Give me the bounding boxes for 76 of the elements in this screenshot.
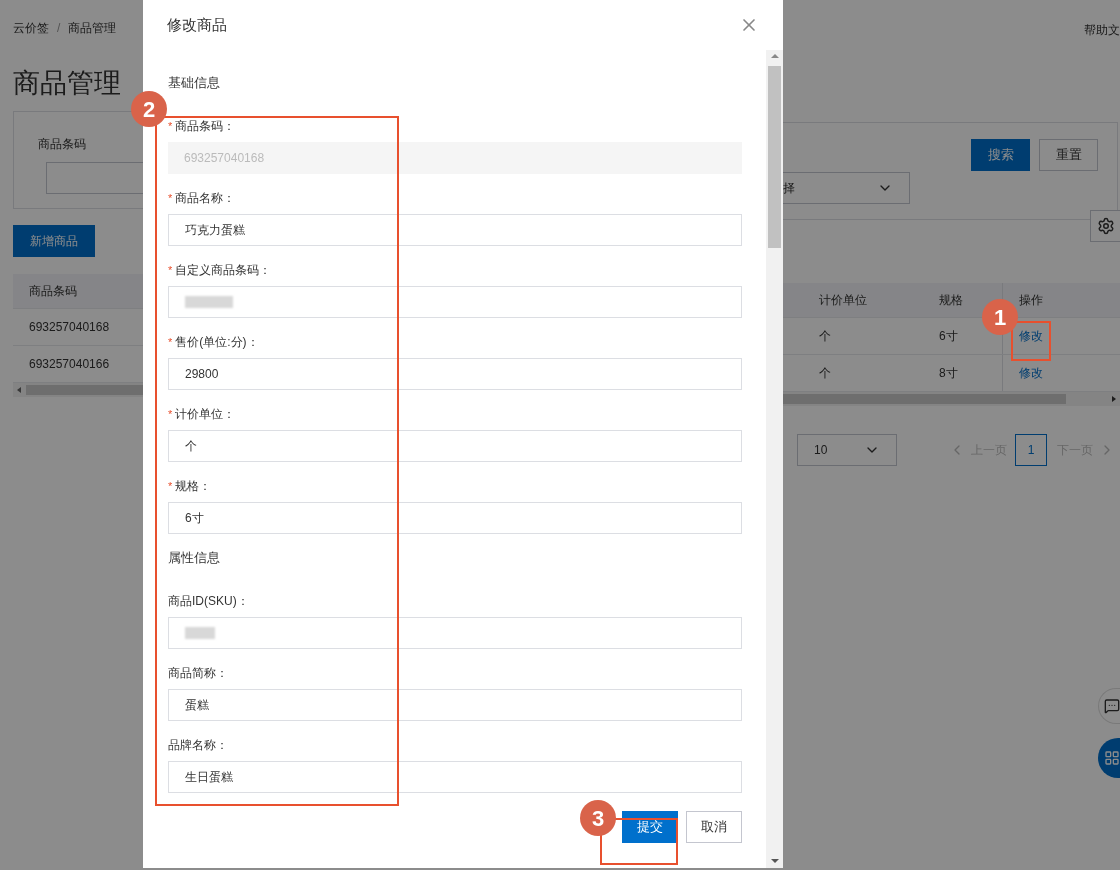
required-mark: * bbox=[168, 190, 173, 206]
chat-button[interactable] bbox=[1098, 688, 1120, 724]
blurred-value bbox=[185, 627, 215, 639]
input-field[interactable]: 蛋糕 bbox=[168, 689, 742, 721]
field-value: 6寸 bbox=[185, 510, 204, 527]
grid-icon bbox=[1104, 750, 1120, 766]
settings-icon bbox=[1096, 217, 1115, 235]
input-field[interactable]: 生日蛋糕 bbox=[168, 761, 742, 793]
scroll-up-icon[interactable] bbox=[770, 54, 779, 58]
field-value: 巧克力蛋糕 bbox=[185, 222, 245, 239]
scroll-right-icon[interactable] bbox=[1112, 396, 1116, 402]
page-title: 商品管理 bbox=[13, 67, 122, 99]
breadcrumb-link[interactable]: 商品管理 bbox=[68, 19, 117, 37]
step-number-badge: 2 bbox=[131, 91, 167, 127]
primary-button[interactable]: 搜索 bbox=[971, 139, 1030, 171]
select-value: 10 bbox=[814, 442, 828, 459]
secondary-button[interactable]: 重置 bbox=[1039, 139, 1098, 171]
apps-button[interactable] bbox=[1098, 738, 1120, 778]
field-value: 693257040168 bbox=[184, 150, 265, 167]
required-mark: * bbox=[168, 262, 173, 278]
add-product-button[interactable]: 新增商品 bbox=[13, 225, 95, 257]
help-link[interactable]: 帮助文 bbox=[1084, 21, 1120, 39]
scroll-down-icon[interactable] bbox=[770, 859, 779, 863]
horizontal-scrollbar[interactable] bbox=[13, 383, 143, 397]
table-cell-text: 个 bbox=[818, 365, 832, 382]
table-cell-text: 6寸 bbox=[938, 328, 959, 345]
input-field[interactable]: 6寸 bbox=[168, 502, 742, 534]
input-field[interactable] bbox=[168, 617, 742, 649]
required-mark: * bbox=[168, 118, 173, 134]
field-value: 蛋糕 bbox=[185, 697, 209, 714]
column-header: 商品条码 bbox=[13, 274, 143, 309]
vertical-scrollbar[interactable] bbox=[766, 50, 783, 868]
input-field[interactable]: 29800 bbox=[168, 358, 742, 390]
required-mark: * bbox=[168, 478, 173, 494]
blurred-value bbox=[185, 296, 233, 308]
section-title: 属性信息 bbox=[168, 549, 221, 567]
chat-icon bbox=[1104, 698, 1120, 714]
field-label: 商品简称： bbox=[168, 665, 228, 682]
field-label: 自定义商品条码： bbox=[175, 262, 272, 279]
column-header: 计价单位 bbox=[818, 292, 868, 309]
field-value: 29800 bbox=[185, 366, 219, 383]
select-field[interactable]: 择 bbox=[783, 172, 910, 204]
dialog-title: 修改商品 bbox=[167, 14, 227, 35]
field-label: 商品条码： bbox=[175, 118, 236, 135]
field-value: 个 bbox=[185, 438, 197, 455]
breadcrumb-link[interactable]: 云价签 bbox=[13, 19, 49, 37]
settings-button[interactable] bbox=[1090, 210, 1120, 242]
field-label: 规格： bbox=[175, 478, 212, 495]
input-field[interactable]: 个 bbox=[168, 430, 742, 462]
horizontal-scrollbar[interactable] bbox=[783, 392, 1120, 406]
filter-label: 商品条码 bbox=[38, 136, 87, 152]
required-mark: * bbox=[168, 334, 173, 350]
field-label: 商品名称： bbox=[175, 190, 236, 207]
column-header: 规格 bbox=[938, 292, 964, 309]
table-cell-text: 8寸 bbox=[938, 365, 959, 382]
step-number-badge: 1 bbox=[982, 299, 1018, 335]
edit-link[interactable]: 修改 bbox=[1019, 327, 1043, 345]
field-label: 品牌名称： bbox=[168, 737, 228, 754]
select-value: 择 bbox=[783, 180, 795, 197]
field-label: 商品ID(SKU)： bbox=[168, 593, 249, 610]
input-field[interactable] bbox=[168, 286, 742, 318]
edit-link[interactable]: 修改 bbox=[1019, 364, 1043, 382]
required-mark: * bbox=[168, 406, 173, 422]
primary-button[interactable]: 提交 bbox=[622, 811, 678, 843]
secondary-button[interactable]: 取消 bbox=[686, 811, 742, 843]
field-label: 计价单位： bbox=[175, 406, 236, 423]
page-number[interactable]: 1 bbox=[1015, 434, 1047, 466]
input-field[interactable]: 巧克力蛋糕 bbox=[168, 214, 742, 246]
scroll-left-icon[interactable] bbox=[17, 387, 21, 393]
section-title: 基础信息 bbox=[168, 74, 221, 92]
breadcrumb-separator: / bbox=[57, 20, 61, 37]
page-size-select[interactable]: 10 bbox=[797, 434, 897, 466]
table-cell-text: 个 bbox=[818, 328, 832, 345]
field-value: 生日蛋糕 bbox=[185, 769, 233, 786]
field-label: 售价(单位:分)： bbox=[175, 334, 259, 351]
scrollbar-thumb[interactable] bbox=[768, 66, 781, 248]
